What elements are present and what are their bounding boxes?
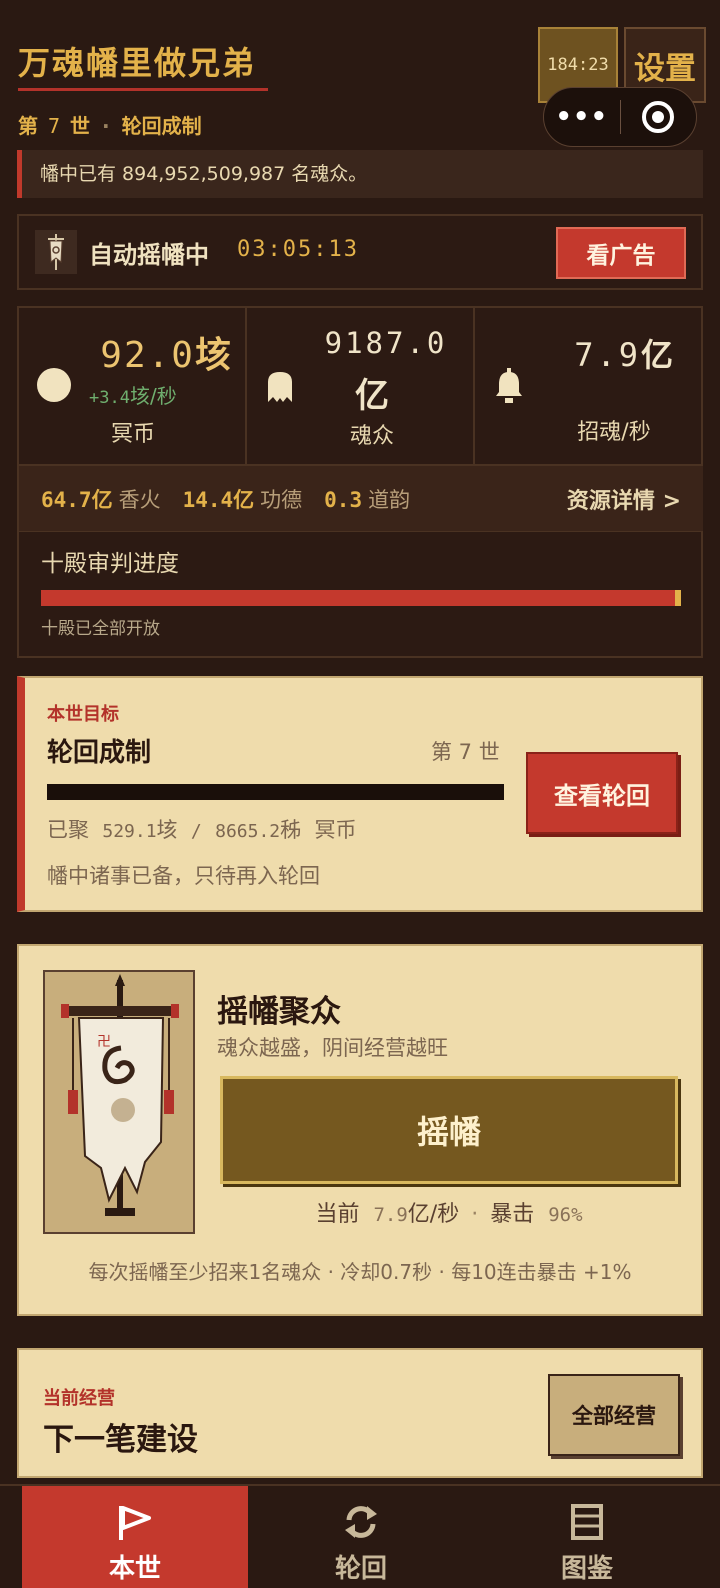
auto-shake-label: 自动摇幡中 [89,241,209,269]
judgement-progress-bar [41,590,681,606]
bell-icon [496,368,522,403]
soul-banner-illustration: 卍 [43,970,195,1234]
management-card: 当前经营 下一笔建设 全部经营 [17,1348,703,1478]
goal-title: 轮回成制 [47,738,152,768]
more-menu-icon[interactable]: ••• [544,102,620,132]
goal-progress-text: 已聚 529.1垓 / 8665.2秭 冥币 [47,818,357,842]
close-target-icon[interactable] [621,101,697,133]
auto-shake-timer: 03:05:13 [237,237,359,262]
souls-unit: 亿 [355,376,389,416]
secondary-resources: 64.7亿 香火 14.4亿 功德 0.3 道韵 资源详情 > [19,466,703,532]
soul-banner-icon: 卍 [61,974,179,1216]
stat-coin: 92.0垓 +3.4垓/秒 冥币 [19,308,247,466]
dao-resource: 0.3 道韵 [324,487,411,512]
cycle-icon [345,1506,377,1538]
app-title: 万魂幡里做兄弟 [18,44,257,82]
management-kicker: 当前经营 [43,1388,115,1409]
goal-status: 幡中诸事已备，只待再入轮回 [47,864,320,888]
view-reincarnation-button[interactable]: 查看轮回 [526,752,678,834]
resource-detail-link[interactable]: 资源详情 > [567,483,681,515]
tab-current-life[interactable]: 本世 [22,1486,248,1588]
era-name: 轮回成制 [121,114,202,138]
manage-all-button[interactable]: 全部经营 [548,1374,680,1456]
judgement-progress-fill [41,590,681,606]
goal-kicker: 本世目标 [47,704,119,725]
subtitle-separator: · [102,114,110,138]
shake-rule-text: 每次摇幡至少招来1名魂众 · 冷却0.7秒 · 每10连击暴击 +1% [88,1260,632,1284]
judgement-title: 十殿审判进度 [41,551,179,577]
stat-summon: 7.9亿 招魂/秒 [475,308,703,466]
goal-generation: 第 7 世 [431,740,500,764]
shake-banner-button[interactable]: 摇幡 [220,1076,678,1184]
summon-label: 招魂/秒 [577,420,651,445]
generation-subtitle: 第 7 世 · 轮回成制 [18,110,202,139]
bottom-tab-bar: 本世 轮回 图鉴 [0,1484,720,1588]
watch-ad-button[interactable]: 看广告 [556,227,686,279]
goal-progress-bar [47,784,504,800]
title-underline [18,88,268,91]
generation-goal-card: 本世目标 轮回成制 第 7 世 已聚 529.1垓 / 8665.2秭 冥币 幡… [17,676,703,912]
coin-label: 冥币 [110,422,155,447]
soul-count-notice: 幡中已有 894,952,509,987 名魂众。 [17,150,703,198]
list-icon [571,1504,603,1540]
merit-resource: 14.4亿 功德 [182,487,303,512]
shake-current-rate: 当前 7.9亿/秒 · 暴击 96% [315,1202,583,1227]
banner-thumbnail-icon [35,230,77,274]
management-title: 下一笔建设 [43,1422,198,1458]
incense-resource: 64.7亿 香火 [41,487,161,512]
tab-codex[interactable]: 图鉴 [474,1486,700,1588]
coin-icon [37,368,71,402]
shake-description: 魂众越盛，阴间经营越旺 [217,1036,448,1060]
shake-banner-card: 卍 摇幡聚众 魂众越盛，阴间经营越旺 摇幡 当前 7.9亿/秒 · 暴击 96% 每… [17,944,703,1316]
tab-reincarnation[interactable]: 轮回 [248,1486,474,1588]
generation-prefix: 第 [18,114,38,138]
miniprogram-capsule: ••• [543,87,697,147]
judgement-note: 十殿已全部开放 [41,619,160,639]
souls-label: 魂众 [349,424,394,449]
flag-icon [119,1506,151,1540]
auto-shake-bar: 自动摇幡中 03:05:13 看广告 [17,214,703,290]
shake-title: 摇幡聚众 [217,994,341,1030]
resource-panel: 92.0垓 +3.4垓/秒 冥币 9187.0 亿 魂众 7.9亿 招魂/秒 6… [17,306,703,658]
generation-number: 7 [48,114,61,138]
coin-rate: +3.4垓/秒 [89,384,177,408]
coin-value: 92.0垓 [100,335,233,376]
generation-suffix: 世 [70,114,91,138]
summon-value: 7.9亿 [574,336,673,374]
svg-text:卍: 卍 [97,1034,111,1050]
souls-value: 9187.0 [324,326,448,360]
stat-souls: 9187.0 亿 魂众 [247,308,475,466]
